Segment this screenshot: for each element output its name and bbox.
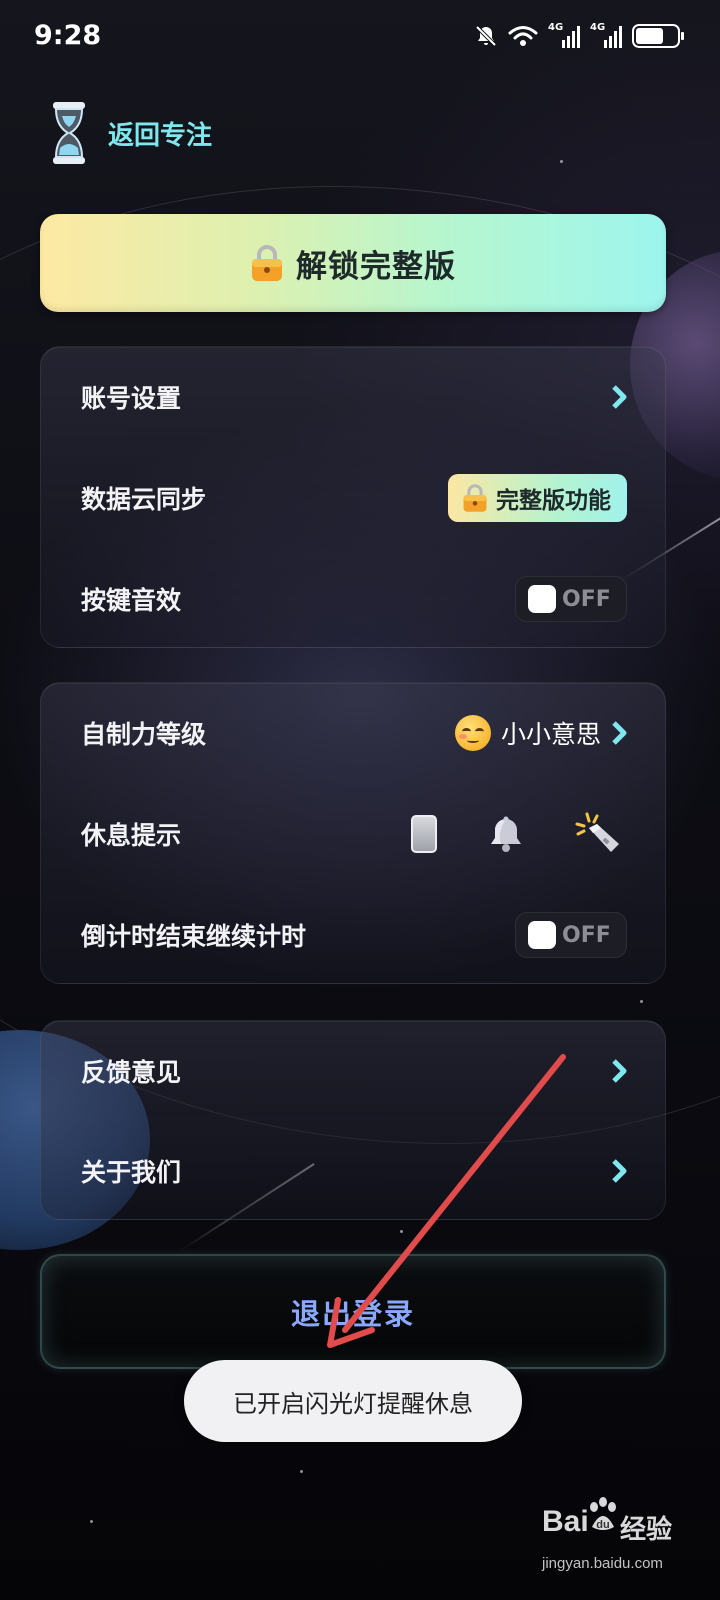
settings-card-focus: 自制力等级 小小意思 休息提示 倒计时结束继续计时 OFF [40,682,666,984]
toast-message: 已开启闪光灯提醒休息 [184,1360,522,1442]
star [640,1000,643,1003]
full-version-badge-label: 完整版功能 [496,488,611,514]
key-sound-toggle[interactable]: OFF [515,576,627,622]
discipline-level-value: 小小意思 [454,715,627,751]
feedback-label: 反馈意见 [81,1058,182,1087]
key-sound-row: 按键音效 OFF [41,549,665,649]
rest-reminder-options [411,812,627,856]
toggle-state: OFF [562,922,611,948]
watermark-url: jingyan.baidu.com [542,1555,663,1572]
mute-bell-icon [475,25,497,47]
hourglass-icon [53,102,85,164]
status-bar: 9:28 4G 4G [0,0,720,78]
toggle-knob [528,921,556,949]
back-to-focus-button[interactable]: 返回专注 [52,100,212,166]
discipline-level-text: 小小意思 [500,720,601,749]
settings-card-about: 反馈意见 关于我们 [40,1020,666,1220]
star [400,1230,403,1233]
rest-reminder-label: 休息提示 [81,821,182,850]
chevron-right-icon [612,721,627,745]
watermark-cn: 经验 [620,1515,673,1545]
baidu-watermark: Bai du 经验 jingyan.baidu.com [542,1495,712,1585]
rest-reminder-row: 休息提示 [41,784,665,884]
countdown-continue-label: 倒计时结束继续计时 [81,922,307,951]
bell-icon[interactable] [487,815,525,853]
status-icons: 4G 4G [474,22,684,48]
full-version-badge[interactable]: 完整版功能 [448,474,627,522]
toast-text: 已开启闪光灯提醒休息 [233,1389,473,1418]
countdown-continue-toggle[interactable]: OFF [515,912,627,958]
chevron-right-icon [612,1159,627,1183]
account-settings-label: 账号设置 [81,384,182,413]
clock: 9:28 [34,20,102,51]
signal-icon: 4G [548,22,580,48]
svg-text:du: du [596,1519,609,1531]
lock-icon [252,245,282,281]
unlock-full-version-button[interactable]: 解锁完整版 [40,214,666,312]
feedback-row[interactable]: 反馈意见 [41,1021,665,1121]
watermark-brand: Bai [542,1505,589,1538]
paw-icon: du [590,1497,616,1531]
star [560,160,563,163]
back-to-focus-label: 返回专注 [108,120,213,151]
discipline-level-row[interactable]: 自制力等级 小小意思 [41,683,665,783]
unlock-full-version-label: 解锁完整版 [296,248,456,285]
star [90,1520,93,1523]
logout-label: 退出登录 [290,1296,415,1331]
about-us-label: 关于我们 [81,1158,182,1187]
cloud-sync-row[interactable]: 数据云同步 完整版功能 [41,448,665,548]
chevron-right-icon [612,385,627,409]
signal-icon: 4G [590,22,622,48]
star [300,1470,303,1473]
battery-icon [632,24,684,48]
countdown-continue-row: 倒计时结束继续计时 OFF [41,885,665,985]
toggle-knob [528,585,556,613]
cloud-sync-label: 数据云同步 [81,485,207,514]
logout-button[interactable]: 退出登录 [40,1254,666,1369]
toggle-state: OFF [562,586,611,612]
lock-icon [463,484,487,512]
about-us-row[interactable]: 关于我们 [41,1121,665,1221]
key-sound-label: 按键音效 [81,586,182,615]
wifi-icon [508,26,538,46]
account-settings-row[interactable]: 账号设置 [41,347,665,447]
settings-card-account: 账号设置 数据云同步 完整版功能 按键音效 OFF [40,346,666,648]
phone-vibrate-icon[interactable] [411,815,437,853]
flashlight-icon[interactable] [575,812,623,856]
chevron-right-icon [612,1059,627,1083]
relieved-face-emoji [454,715,491,751]
discipline-level-label: 自制力等级 [81,720,207,749]
